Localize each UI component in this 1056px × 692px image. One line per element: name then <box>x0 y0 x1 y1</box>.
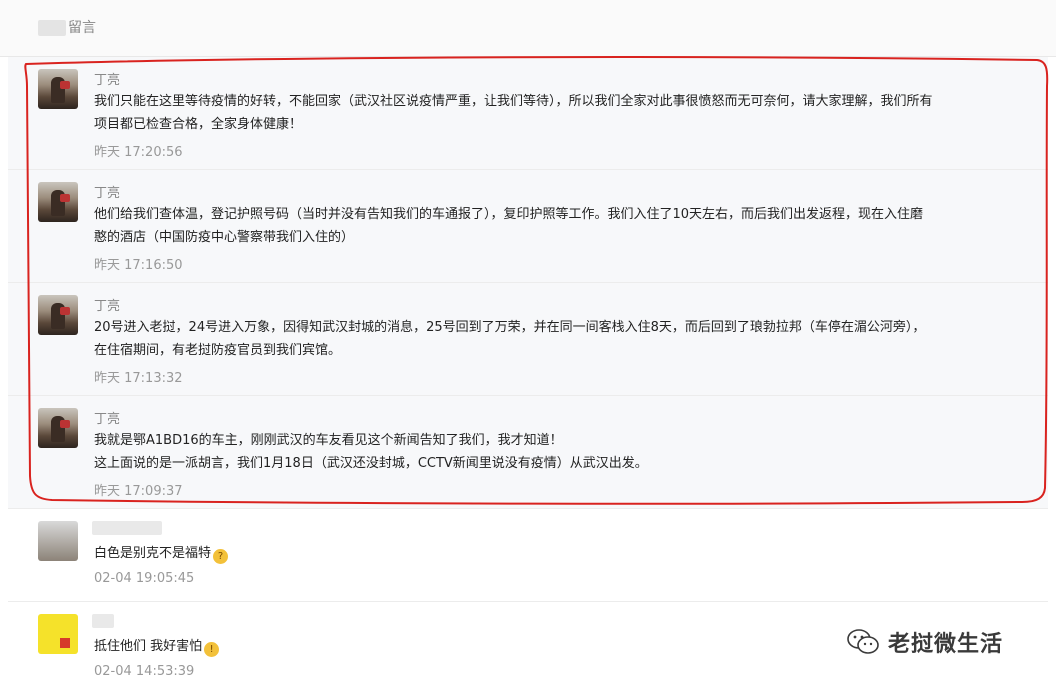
comment-item: 丁亮 我们只能在这里等待疫情的好转，不能回家（武汉社区说疫情严重，让我们等待），… <box>8 57 1048 170</box>
comment-line: 他们给我们查体温，登记护照号码（当时并没有告知我们的车通报了），复印护照等工作。… <box>94 207 924 222</box>
avatar[interactable] <box>38 614 78 654</box>
comment-line: 我就是鄂A1BD16的车主，刚刚武汉的车友看见这个新闻告知了我们，我才知道！ <box>94 433 563 448</box>
comment-line: 我们只能在这里等待疫情的好转，不能回家（武汉社区说疫情严重，让我们等待），所以我… <box>94 94 933 109</box>
comment-item: 白色是别克不是福特? 02-04 19:05:45 <box>8 509 1048 602</box>
commenter-name[interactable]: 丁亮 <box>94 69 120 88</box>
avatar[interactable] <box>38 69 78 109</box>
thinking-emoji-icon: ? <box>213 549 229 564</box>
comment-time: 昨天 17:13:32 <box>94 371 183 386</box>
comment-text: 他们给我们查体温，登记护照号码（当时并没有告知我们的车通报了），复印护照等工作。… <box>94 203 1014 249</box>
commenter-name[interactable]: 丁亮 <box>94 295 120 314</box>
avatar[interactable] <box>38 408 78 448</box>
comment-text: 我们只能在这里等待疫情的好转，不能回家（武汉社区说疫情严重，让我们等待），所以我… <box>94 90 1014 136</box>
blurred-commenter-name <box>92 521 162 535</box>
comment-text: 20号进入老挝，24号进入万象，因得知武汉封城的消息，25号回到了万荣，并在同一… <box>94 316 1014 362</box>
watermark: 老挝微生活 <box>846 626 1003 658</box>
comment-line: 白色是别克不是福特 <box>94 546 212 561</box>
comment-line: 这上面说的是一派胡言，我们1月18日（武汉还没封城，CCTV新闻里说没有疫情）从… <box>94 456 648 471</box>
comment-item: 丁亮 20号进入老挝，24号进入万象，因得知武汉封城的消息，25号回到了万荣，并… <box>8 283 1048 396</box>
comment-line: 项目都已检查合格，全家身体健康！ <box>94 117 303 132</box>
comment-item: 丁亮 我就是鄂A1BD16的车主，刚刚武汉的车友看见这个新闻告知了我们，我才知道… <box>8 396 1048 509</box>
commenter-name[interactable]: 丁亮 <box>94 408 120 427</box>
comment-text: 我就是鄂A1BD16的车主，刚刚武汉的车友看见这个新闻告知了我们，我才知道！ 这… <box>94 429 1014 475</box>
comment-time: 昨天 17:09:37 <box>94 484 183 499</box>
comment-line: 20号进入老挝，24号进入万象，因得知武汉封城的消息，25号回到了万荣，并在同一… <box>94 320 926 335</box>
comment-time: 昨天 17:16:50 <box>94 258 183 273</box>
commenter-name[interactable]: 丁亮 <box>94 182 120 201</box>
comment-text: 白色是别克不是福特? <box>94 542 1014 565</box>
blurred-label <box>38 20 66 36</box>
blurred-commenter-name <box>92 614 114 628</box>
comment-item: 丁亮 他们给我们查体温，登记护照号码（当时并没有告知我们的车通报了），复印护照等… <box>8 170 1048 283</box>
scream-emoji-icon: ! <box>204 642 220 657</box>
watermark-text: 老挝微生活 <box>888 632 1004 657</box>
comment-line: 在住宿期间，有老挝防疫官员到我们宾馆。 <box>94 343 342 358</box>
avatar[interactable] <box>38 521 78 561</box>
comment-line: 抵住他们 我好害怕 <box>94 639 203 654</box>
wechat-icon <box>847 629 879 654</box>
avatar[interactable] <box>38 182 78 222</box>
comment-line: 憨的酒店（中国防疫中心警察带我们入住的） <box>94 230 355 245</box>
comments-header: 留言 <box>0 0 1056 57</box>
comments-title: 留言 <box>68 20 96 36</box>
avatar[interactable] <box>38 295 78 335</box>
comment-time: 02-04 19:05:45 <box>94 571 195 586</box>
comment-time: 02-04 14:53:39 <box>94 664 195 679</box>
comment-time: 昨天 17:20:56 <box>94 145 183 160</box>
